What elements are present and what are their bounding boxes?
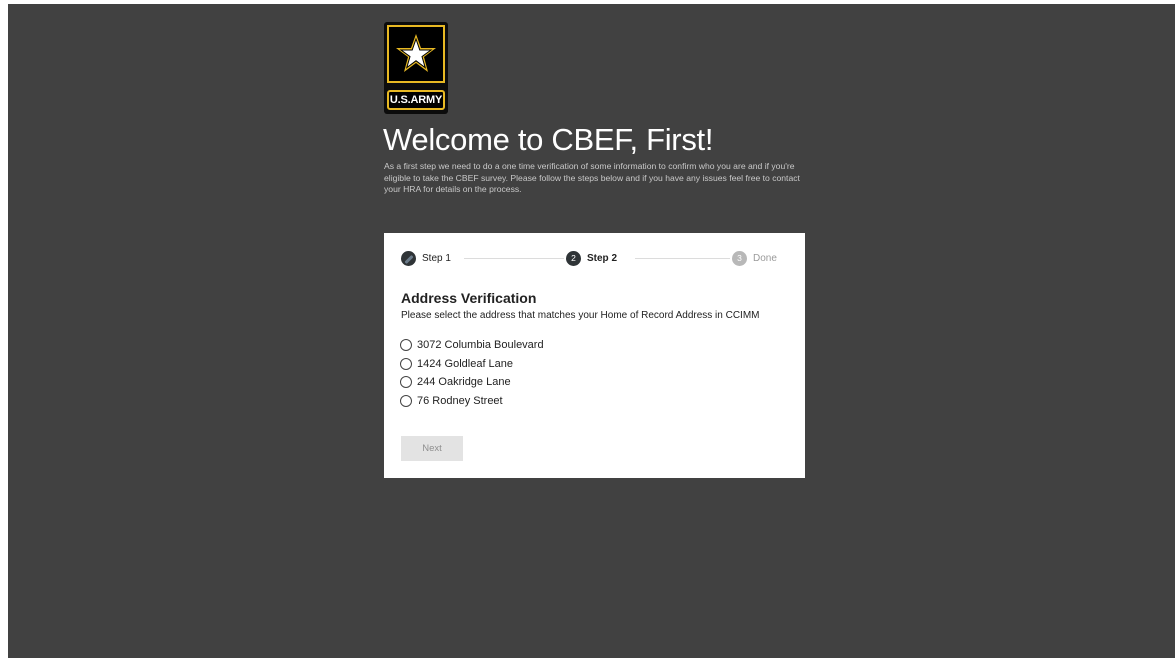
address-label[interactable]: 1424 Goldleaf Lane: [417, 358, 513, 370]
address-option[interactable]: 3072 Columbia Boulevard: [400, 336, 544, 355]
us-army-logo: U.S.ARMY: [384, 22, 448, 114]
intro-text: As a first step we need to do a one time…: [384, 161, 800, 194]
radio-button[interactable]: [400, 339, 412, 352]
step-label: Step 1: [422, 252, 451, 264]
address-label[interactable]: 244 Oakridge Lane: [417, 376, 511, 388]
step-number: 3: [732, 250, 747, 266]
star-emblem: [387, 25, 445, 83]
step-3: 3 Done: [732, 250, 777, 266]
step-label: Done: [753, 252, 777, 264]
address-option[interactable]: 76 Rodney Street: [400, 392, 544, 411]
address-label[interactable]: 76 Rodney Street: [417, 395, 503, 407]
welcome-header: U.S.ARMY Welcome to CBEF, First! As a fi…: [383, 22, 804, 194]
check-icon: [401, 250, 416, 266]
address-option[interactable]: 244 Oakridge Lane: [400, 373, 544, 392]
next-button[interactable]: Next: [401, 436, 463, 461]
step-connector: [464, 258, 564, 259]
section-description: Please select the address that matches y…: [401, 310, 760, 321]
app-background: U.S.ARMY Welcome to CBEF, First! As a fi…: [8, 4, 1175, 658]
step-number: 2: [566, 250, 581, 266]
address-label[interactable]: 3072 Columbia Boulevard: [417, 339, 544, 351]
army-wordmark: U.S.ARMY: [387, 90, 445, 110]
step-label: Step 2: [587, 252, 618, 264]
address-options: 3072 Columbia Boulevard 1424 Goldleaf La…: [400, 336, 544, 410]
radio-button[interactable]: [400, 394, 412, 407]
star-icon: [396, 34, 436, 72]
step-2: 2 Step 2: [566, 250, 617, 266]
progress-stepper: Step 1 2 Step 2 3 Done: [401, 250, 777, 266]
radio-button[interactable]: [400, 376, 412, 389]
page-title: Welcome to CBEF, First!: [383, 122, 714, 157]
step-1: Step 1: [401, 250, 451, 266]
radio-button[interactable]: [400, 357, 412, 370]
step-connector: [635, 258, 730, 259]
section-title: Address Verification: [401, 290, 537, 306]
verification-card: Step 1 2 Step 2 3 Done Address Verificat…: [384, 233, 805, 478]
address-option[interactable]: 1424 Goldleaf Lane: [400, 355, 544, 374]
